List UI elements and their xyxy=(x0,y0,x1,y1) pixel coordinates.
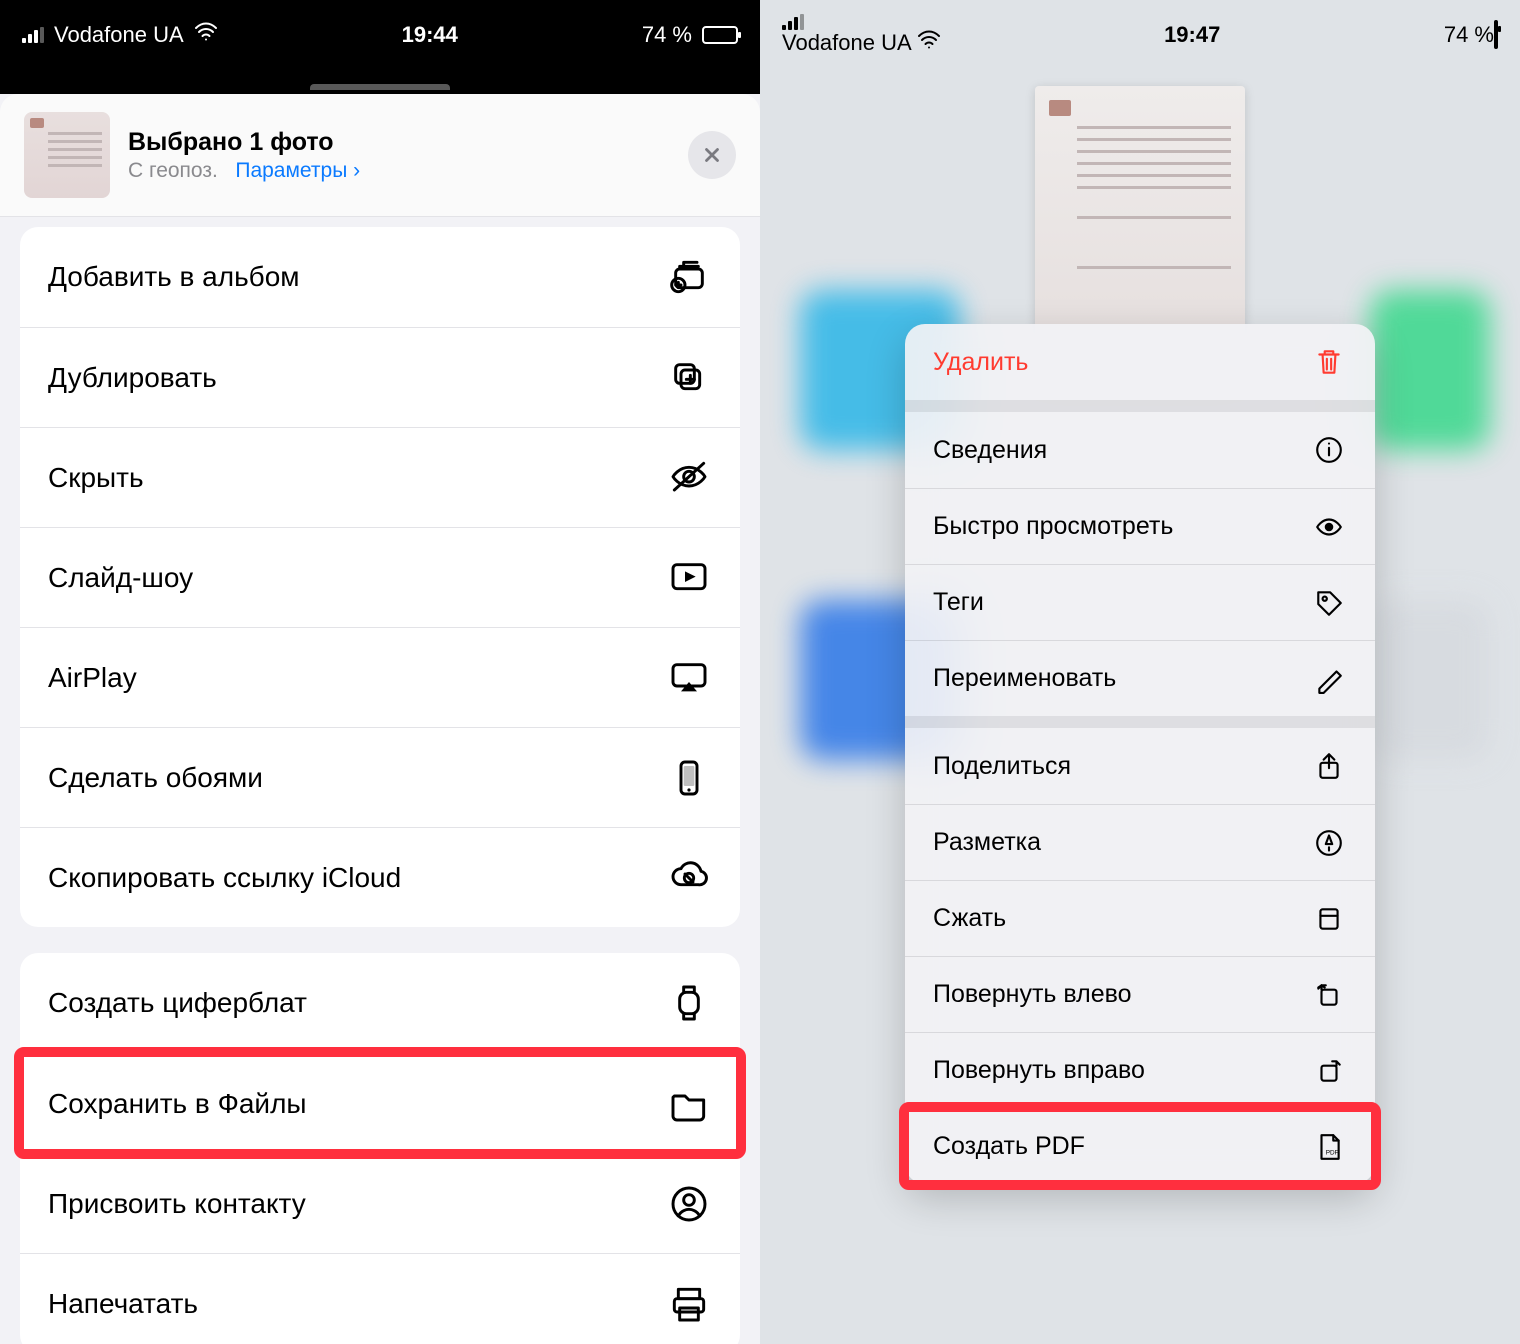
action-wallpaper[interactable]: Сделать обоями xyxy=(20,727,740,827)
action-label: Сохранить в Файлы xyxy=(48,1088,307,1120)
menu-share[interactable]: Поделиться xyxy=(905,728,1375,804)
duplicate-icon xyxy=(666,355,712,401)
rename-icon xyxy=(1311,661,1347,697)
context-menu: Удалить Сведения Быстро просмотреть Теги… xyxy=(905,324,1375,1184)
markup-icon xyxy=(1311,825,1347,861)
action-slideshow[interactable]: Слайд-шоу xyxy=(20,527,740,627)
add-album-icon xyxy=(666,254,712,300)
action-label: Дублировать xyxy=(48,362,217,394)
print-icon xyxy=(666,1281,712,1327)
wifi-icon xyxy=(917,30,941,55)
action-label: AirPlay xyxy=(48,662,137,694)
signal-bars-icon xyxy=(782,14,941,30)
battery-icon xyxy=(1494,20,1498,49)
carrier-label: Vodafone UA xyxy=(54,22,184,48)
carrier-label: Vodafone UA xyxy=(782,30,910,55)
action-print[interactable]: Напечатать xyxy=(20,1253,740,1344)
battery-percent: 74 % xyxy=(642,22,692,48)
geo-label: С геопоз. xyxy=(128,159,218,182)
action-label: Скопировать ссылку iCloud xyxy=(48,862,401,894)
wallpaper-icon xyxy=(666,755,712,801)
watchface-icon xyxy=(666,980,712,1026)
menu-trash[interactable]: Удалить xyxy=(905,324,1375,400)
action-hide[interactable]: Скрыть xyxy=(20,427,740,527)
action-label: Добавить в альбом xyxy=(48,261,300,293)
airplay-icon xyxy=(666,655,712,701)
tag-icon xyxy=(1311,585,1347,621)
selection-title: Выбрано 1 фото xyxy=(128,128,670,157)
menu-label: Сведения xyxy=(933,436,1047,465)
status-bar: Vodafone UA 19:44 74 % xyxy=(0,0,760,70)
battery-percent: 74 % xyxy=(1444,22,1494,47)
menu-label: Теги xyxy=(933,588,984,617)
right-phone-screenshot: Vodafone UA 19:47 74 % Удалить Сведения … xyxy=(760,0,1520,1344)
action-label: Напечатать xyxy=(48,1288,198,1320)
options-link[interactable]: Параметры › xyxy=(235,159,360,182)
action-label: Слайд-шоу xyxy=(48,562,193,594)
menu-label: Разметка xyxy=(933,828,1041,857)
clock: 19:47 xyxy=(1164,22,1220,48)
wifi-icon xyxy=(194,22,218,48)
compress-icon xyxy=(1311,901,1347,937)
share-icon xyxy=(1311,748,1347,784)
menu-rotate-left[interactable]: Повернуть влево xyxy=(905,956,1375,1032)
quicklook-icon xyxy=(1311,509,1347,545)
left-phone-screenshot: Vodafone UA 19:44 74 % Выбрано 1 фото С … xyxy=(0,0,760,1344)
folder-icon xyxy=(666,1081,712,1127)
status-bar: Vodafone UA 19:47 74 % xyxy=(760,0,1520,70)
menu-info[interactable]: Сведения xyxy=(905,412,1375,488)
actions-group-2: Создать циферблат Сохранить в Файлы Прис… xyxy=(20,953,740,1344)
menu-label: Удалить xyxy=(933,348,1028,377)
action-folder[interactable]: Сохранить в Файлы xyxy=(20,1053,740,1153)
action-label: Сделать обоями xyxy=(48,762,263,794)
hide-icon xyxy=(666,455,712,501)
menu-compress[interactable]: Сжать xyxy=(905,880,1375,956)
create-pdf-icon xyxy=(1311,1129,1347,1165)
slideshow-icon xyxy=(666,555,712,601)
menu-quicklook[interactable]: Быстро просмотреть xyxy=(905,488,1375,564)
menu-label: Сжать xyxy=(933,904,1006,933)
rotate-right-icon xyxy=(1311,1053,1347,1089)
trash-icon xyxy=(1311,344,1347,380)
action-label: Скрыть xyxy=(48,462,144,494)
battery-icon xyxy=(702,26,738,44)
share-sheet-header: Выбрано 1 фото С геопоз. Параметры › xyxy=(0,94,760,217)
action-duplicate[interactable]: Дублировать xyxy=(20,327,740,427)
menu-label: Быстро просмотреть xyxy=(933,512,1173,541)
menu-label: Поделиться xyxy=(933,752,1071,781)
contact-icon xyxy=(666,1181,712,1227)
clock: 19:44 xyxy=(402,22,458,48)
action-airplay[interactable]: AirPlay xyxy=(20,627,740,727)
menu-label: Создать PDF xyxy=(933,1132,1085,1161)
rotate-left-icon xyxy=(1311,977,1347,1013)
menu-rename[interactable]: Переименовать xyxy=(905,640,1375,716)
photo-thumbnail[interactable] xyxy=(24,112,110,198)
menu-label: Повернуть влево xyxy=(933,980,1132,1009)
menu-label: Повернуть вправо xyxy=(933,1056,1145,1085)
menu-label: Переименовать xyxy=(933,664,1116,693)
action-add-album[interactable]: Добавить в альбом xyxy=(20,227,740,327)
sheet-grabber[interactable] xyxy=(0,80,760,94)
actions-group-1: Добавить в альбом Дублировать Скрыть Сла… xyxy=(20,227,740,927)
action-icloud-link[interactable]: Скопировать ссылку iCloud xyxy=(20,827,740,927)
action-watchface[interactable]: Создать циферблат xyxy=(20,953,740,1053)
signal-bars-icon xyxy=(22,27,44,43)
menu-rotate-right[interactable]: Повернуть вправо xyxy=(905,1032,1375,1108)
action-contact[interactable]: Присвоить контакту xyxy=(20,1153,740,1253)
action-label: Присвоить контакту xyxy=(48,1188,306,1220)
action-label: Создать циферблат xyxy=(48,987,307,1019)
info-icon xyxy=(1311,432,1347,468)
menu-tag[interactable]: Теги xyxy=(905,564,1375,640)
menu-create-pdf[interactable]: Создать PDF xyxy=(905,1108,1375,1184)
close-button[interactable] xyxy=(688,131,736,179)
menu-markup[interactable]: Разметка xyxy=(905,804,1375,880)
icloud-link-icon xyxy=(666,855,712,901)
